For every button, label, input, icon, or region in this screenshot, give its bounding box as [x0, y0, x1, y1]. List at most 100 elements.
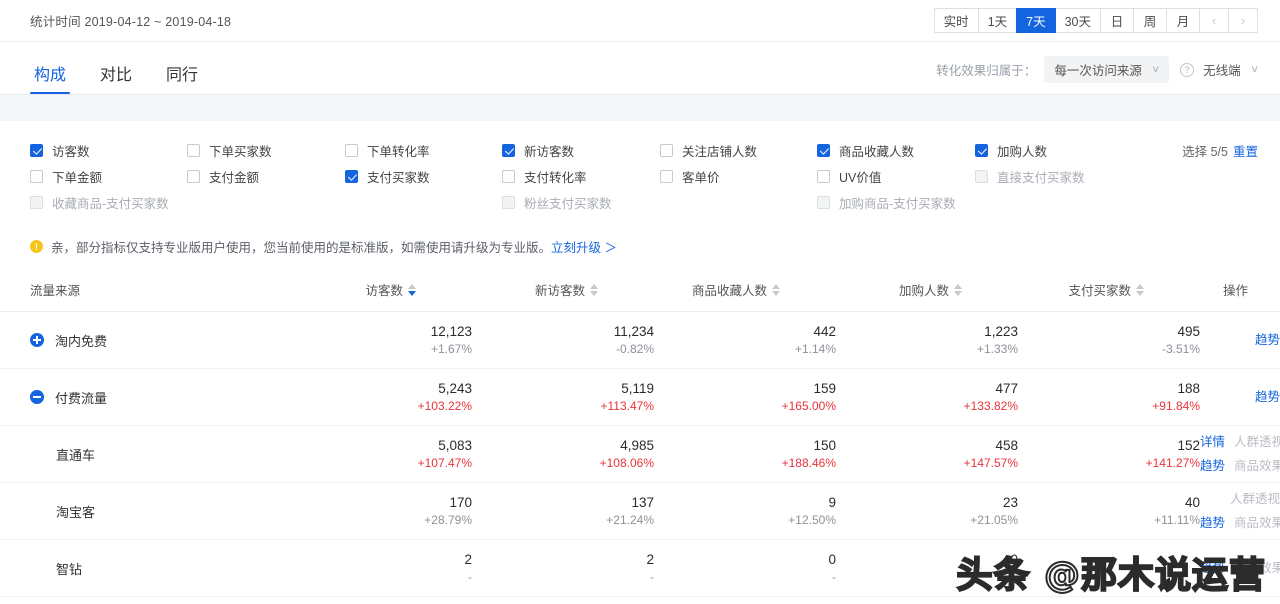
metric-cell: 442 +1.14%	[654, 311, 836, 369]
date-range-switcher[interactable]: 实时 1天 7天 30天日周月 ‹ ›	[933, 8, 1258, 33]
metric-checkbox-0-3[interactable]: 新访客数	[502, 141, 574, 160]
metric-delta: +1.14%	[794, 342, 836, 357]
prev-period-button[interactable]: ‹	[1199, 8, 1229, 33]
checkbox-icon	[660, 143, 673, 157]
op-link-active[interactable]: 趋势	[1255, 333, 1280, 347]
section-divider	[0, 95, 1280, 121]
metric-label: 收藏商品-支付买家数	[52, 196, 169, 211]
attribution-controls: 转化效果归属于： 每一次访问来源 ∨ ? 无线端 ∨	[936, 56, 1259, 94]
date-btn-3[interactable]: 30天	[1054, 8, 1101, 33]
operations-cell: 详情 人群透视趋势 商品效果	[1200, 425, 1280, 483]
metric-label: 支付转化率	[524, 170, 587, 185]
date-btn-0[interactable]: 实时	[933, 8, 979, 33]
metric-delta: +1.67%	[430, 342, 472, 357]
col-header-6[interactable]: 操作	[1200, 270, 1280, 312]
sort-icon[interactable]	[408, 283, 416, 296]
stat-time-label: 统计时间 2019-04-12 ~ 2019-04-18	[30, 15, 232, 29]
metric-checkbox-0-0[interactable]: 访客数	[30, 141, 90, 160]
metric-delta: +28.79%	[424, 513, 472, 528]
metric-checkbox-0-4[interactable]: 关注店铺人数	[660, 141, 757, 160]
op-link-active[interactable]: 趋势	[1200, 459, 1225, 473]
upgrade-notice: ! 亲，部分指标仅支持专业版用户使用，您当前使用的是标准版，如需使用请升级为专业…	[0, 219, 1280, 270]
metric-value: 170	[449, 494, 472, 510]
metric-value: 2	[646, 551, 654, 567]
checkbox-icon	[30, 195, 43, 209]
metric-value: 1,223	[984, 323, 1018, 339]
expand-icon[interactable]	[30, 333, 44, 347]
metric-checkbox-0-6[interactable]: 加购人数	[975, 141, 1047, 160]
tab-0[interactable]: 构成	[30, 68, 71, 94]
metric-delta: +1.33%	[976, 342, 1018, 357]
op-link-active[interactable]: 详情	[1200, 435, 1225, 449]
op-link-active[interactable]: 趋势	[1255, 390, 1280, 404]
metric-label: 加购商品-支付买家数	[839, 196, 956, 211]
metric-checkbox-1-3[interactable]: 支付转化率	[502, 167, 587, 186]
sort-icon[interactable]	[1136, 283, 1144, 296]
sort-icon[interactable]	[590, 283, 598, 296]
metric-label: UV价值	[839, 170, 882, 185]
op-line-top: 详情 人群透视	[1200, 430, 1280, 454]
source-cell: 直通车	[0, 425, 290, 483]
metric-value: 152	[1177, 437, 1200, 453]
checkbox-icon	[187, 143, 200, 157]
metric-checkbox-1-4[interactable]: 客单价	[660, 167, 720, 186]
date-btn-1[interactable]: 1天	[977, 8, 1018, 33]
date-btn-5[interactable]: 周	[1133, 8, 1167, 33]
metric-checkbox-1-1[interactable]: 支付金额	[187, 167, 259, 186]
metric-value: 5,083	[438, 437, 472, 453]
metric-checkbox-0-1[interactable]: 下单买家数	[187, 141, 272, 160]
attribution-select-value: 每一次访问来源	[1054, 64, 1142, 78]
col-header-4[interactable]: 加购人数	[836, 270, 1018, 312]
metric-checkbox-0-2[interactable]: 下单转化率	[345, 141, 430, 160]
metric-cell: 12,123 +1.67%	[290, 311, 472, 369]
upgrade-link[interactable]: 立刻升级 ＞	[551, 241, 617, 255]
metric-label: 支付买家数	[367, 170, 430, 185]
metric-cell: 4,985 +108.06%	[472, 425, 654, 483]
reset-button[interactable]: 重置	[1233, 145, 1258, 159]
metric-cell: 477 +133.82%	[836, 368, 1018, 426]
chevron-down-icon: ∨	[1150, 64, 1161, 75]
metric-cell: 0-	[836, 539, 1018, 597]
attribution-select[interactable]: 每一次访问来源 ∨	[1044, 56, 1170, 83]
checkbox-icon	[502, 195, 515, 209]
metric-value: 5,243	[438, 380, 472, 396]
metric-checkbox-1-2[interactable]: 支付买家数	[345, 167, 430, 186]
metric-value: 150	[813, 437, 836, 453]
metric-delta: -3.51%	[1161, 342, 1200, 357]
checkbox-icon	[187, 169, 200, 183]
metric-cell: 170 +28.79%	[290, 482, 472, 540]
sort-icon[interactable]	[772, 283, 780, 296]
metric-checkbox-1-0[interactable]: 下单金额	[30, 167, 102, 186]
col-header-5[interactable]: 支付买家数	[1018, 270, 1200, 312]
col-header-1[interactable]: 访客数	[290, 270, 472, 312]
source-name: 付费流量	[55, 390, 108, 406]
metric-delta: -0.82%	[615, 342, 654, 357]
top-bar: 统计时间 2019-04-12 ~ 2019-04-18 实时 1天 7天 30天日周…	[0, 0, 1280, 42]
help-icon[interactable]: ?	[1180, 62, 1195, 77]
tab-2[interactable]: 同行	[162, 68, 202, 94]
op-link-disabled: 商品效果	[1234, 459, 1280, 473]
col-header-label: 新访客数	[534, 284, 585, 298]
date-btn-4[interactable]: 日	[1100, 8, 1134, 33]
metric-value: 495	[1177, 323, 1200, 339]
op-link-active[interactable]: 趋势	[1200, 516, 1225, 530]
table-row: 付费流量 5,243 +103.22% 5,119 +113.47% 159 +165.00…	[0, 368, 1280, 426]
col-header-2[interactable]: 新访客数	[472, 270, 654, 312]
metric-checkbox-1-5[interactable]: UV价值	[817, 167, 881, 186]
terminal-select[interactable]: 无线端 ∨	[1203, 60, 1259, 79]
next-period-button[interactable]: ›	[1228, 8, 1258, 33]
date-btn-6[interactable]: 月	[1166, 8, 1200, 33]
op-line-bottom: 趋势	[1200, 385, 1280, 409]
source-name: 淘宝客	[56, 504, 96, 520]
checkbox-icon	[817, 143, 830, 157]
sort-icon[interactable]	[954, 283, 962, 296]
collapse-icon[interactable]	[30, 390, 44, 404]
col-header-3[interactable]: 商品收藏人数	[654, 270, 836, 312]
tab-1[interactable]: 对比	[96, 68, 136, 94]
metric-checkbox-1-6: 直接支付买家数	[975, 167, 1085, 186]
metric-checkbox-0-5[interactable]: 商品收藏人数	[817, 141, 914, 160]
metric-value: 159	[813, 380, 836, 396]
op-link-disabled: 人群透视	[1229, 492, 1280, 506]
op-link-active[interactable]: 趋势	[1200, 561, 1225, 575]
date-btn-2[interactable]: 7天	[1016, 8, 1056, 33]
